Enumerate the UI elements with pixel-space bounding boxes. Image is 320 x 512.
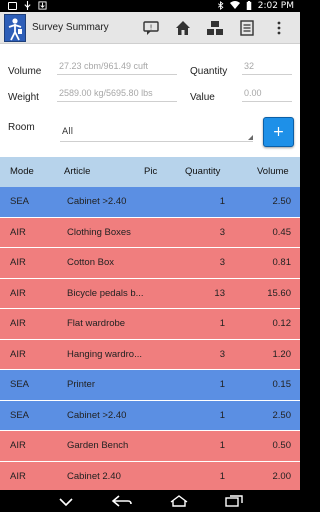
comment-icon[interactable]: ! bbox=[142, 19, 160, 37]
list-icon[interactable] bbox=[238, 19, 256, 37]
keyboard-hide-icon[interactable] bbox=[57, 492, 75, 511]
row-mode: AIR bbox=[10, 226, 26, 238]
row-quantity: 1 bbox=[219, 470, 225, 482]
row-volume: 0.45 bbox=[272, 226, 292, 238]
table-row[interactable]: AIR Cotton Box 3 0.81 bbox=[0, 248, 300, 279]
row-article: Cotton Box bbox=[67, 257, 114, 268]
row-quantity: 1 bbox=[219, 379, 225, 390]
row-mode: SEA bbox=[10, 196, 30, 207]
table-row[interactable]: SEA Cabinet >2.40 1 2.50 bbox=[0, 187, 300, 218]
table-row[interactable]: AIR Flat wardrobe 1 0.12 bbox=[0, 309, 300, 340]
row-article: Cabinet >2.40 bbox=[67, 196, 127, 207]
row-quantity: 3 bbox=[219, 348, 225, 360]
app-title: Survey Summary bbox=[32, 22, 109, 33]
row-volume: 0.12 bbox=[272, 318, 292, 329]
row-article: Clothing Boxes bbox=[67, 226, 131, 238]
row-article: Cabinet >2.40 bbox=[67, 409, 127, 421]
home-nav-icon[interactable] bbox=[169, 492, 189, 511]
volume-label: Volume bbox=[8, 66, 42, 77]
row-volume: 2.00 bbox=[272, 470, 292, 482]
row-article: Hanging wardro... bbox=[67, 348, 142, 360]
row-volume: 0.15 bbox=[272, 379, 292, 390]
screenshot-icon bbox=[8, 2, 17, 10]
row-quantity: 3 bbox=[219, 257, 225, 268]
download-icon bbox=[38, 0, 47, 12]
quantity-label: Quantity bbox=[190, 66, 228, 77]
dropdown-arrow-icon bbox=[248, 135, 253, 140]
value-field[interactable]: 0.00 bbox=[242, 86, 292, 102]
app-logo-icon[interactable] bbox=[4, 13, 26, 42]
action-bar: Survey Summary ! bbox=[0, 12, 300, 44]
row-volume: 1.20 bbox=[272, 348, 292, 360]
row-article: Flat wardrobe bbox=[67, 318, 126, 329]
row-quantity: 1 bbox=[219, 318, 225, 329]
back-icon[interactable] bbox=[111, 492, 133, 511]
table-row[interactable]: AIR Garden Bench 1 0.50 bbox=[0, 431, 300, 462]
battery-icon bbox=[246, 0, 252, 12]
row-volume: 0.50 bbox=[272, 440, 292, 451]
screen: 2:02 PM Survey Summary ! Volume 27.23 cb… bbox=[0, 0, 300, 512]
summary-form: Volume 27.23 cbm/961.49 cuft Quantity 32… bbox=[0, 44, 300, 156]
usb-icon bbox=[23, 0, 32, 12]
row-mode: SEA bbox=[10, 379, 30, 390]
row-mode: SEA bbox=[10, 409, 30, 421]
row-quantity: 13 bbox=[214, 287, 225, 299]
clock: 2:02 PM bbox=[257, 1, 294, 11]
row-article: Bicycle pedals b... bbox=[67, 287, 144, 299]
header-mode[interactable]: Mode bbox=[10, 166, 34, 177]
row-mode: AIR bbox=[10, 318, 26, 329]
row-volume: 15.60 bbox=[267, 287, 291, 299]
table-row[interactable]: SEA Cabinet >2.40 1 2.50 bbox=[0, 400, 300, 431]
status-bar: 2:02 PM bbox=[0, 0, 300, 12]
row-mode: AIR bbox=[10, 257, 26, 268]
table-row[interactable]: AIR Cabinet 2.40 1 2.00 bbox=[0, 461, 300, 492]
table-header: Mode Article Pic Quantity Volume bbox=[0, 157, 300, 187]
wifi-icon bbox=[229, 1, 240, 11]
row-volume: 2.50 bbox=[272, 196, 292, 207]
row-quantity: 1 bbox=[219, 409, 225, 421]
room-select[interactable]: All bbox=[60, 124, 253, 142]
row-volume: 2.50 bbox=[272, 409, 292, 421]
weight-label: Weight bbox=[8, 92, 39, 103]
overflow-menu-icon[interactable] bbox=[270, 19, 288, 37]
row-quantity: 1 bbox=[219, 196, 225, 207]
row-mode: AIR bbox=[10, 287, 26, 299]
row-mode: AIR bbox=[10, 440, 26, 451]
header-pic[interactable]: Pic bbox=[144, 166, 157, 177]
row-volume: 0.81 bbox=[272, 257, 292, 268]
table-row[interactable]: AIR Hanging wardro... 3 1.20 bbox=[0, 339, 300, 370]
inventory-icon[interactable] bbox=[206, 19, 224, 37]
bluetooth-icon bbox=[217, 0, 224, 12]
row-mode: AIR bbox=[10, 348, 26, 360]
add-button[interactable]: + bbox=[263, 117, 294, 147]
table-row[interactable]: SEA Printer 1 0.15 bbox=[0, 370, 300, 401]
row-quantity: 3 bbox=[219, 226, 225, 238]
room-select-value: All bbox=[62, 127, 74, 137]
row-article: Printer bbox=[67, 379, 95, 390]
add-button-label: + bbox=[272, 124, 285, 140]
article-table: SEA Cabinet >2.40 1 2.50 AIR Clothing Boxes 3 0… bbox=[0, 187, 300, 492]
row-article: Cabinet 2.40 bbox=[67, 470, 121, 482]
value-label: Value bbox=[190, 92, 215, 103]
volume-field[interactable]: 27.23 cbm/961.49 cuft bbox=[57, 59, 177, 75]
table-row[interactable]: AIR Clothing Boxes 3 0.45 bbox=[0, 217, 300, 248]
home-icon[interactable] bbox=[174, 19, 192, 37]
table-row[interactable]: AIR Bicycle pedals b... 13 15.60 bbox=[0, 278, 300, 309]
header-quantity[interactable]: Quantity bbox=[185, 166, 220, 177]
navigation-bar bbox=[0, 490, 300, 512]
header-volume[interactable]: Volume bbox=[257, 166, 289, 177]
room-label: Room bbox=[8, 122, 35, 133]
recent-apps-icon[interactable] bbox=[225, 492, 243, 511]
weight-field[interactable]: 2589.00 kg/5695.80 lbs bbox=[57, 86, 177, 102]
header-article[interactable]: Article bbox=[64, 166, 90, 177]
row-mode: AIR bbox=[10, 470, 26, 482]
svg-text:!: ! bbox=[150, 23, 153, 31]
row-article: Garden Bench bbox=[67, 440, 129, 451]
row-quantity: 1 bbox=[219, 440, 225, 451]
quantity-field[interactable]: 32 bbox=[242, 59, 292, 75]
